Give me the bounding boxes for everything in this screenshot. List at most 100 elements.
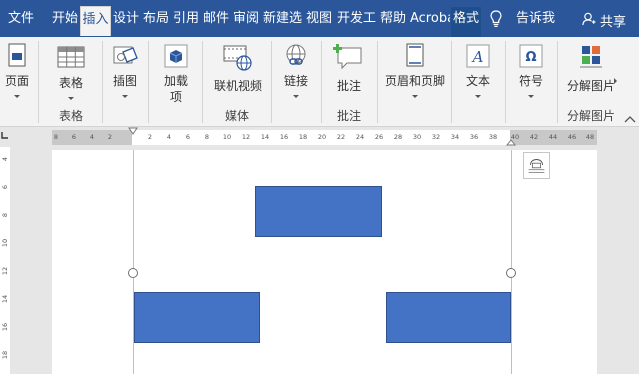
- lightbulb-icon[interactable]: [490, 10, 502, 28]
- links-button[interactable]: 链接: [278, 39, 314, 103]
- ruler-tick: 18: [1, 350, 9, 360]
- tab-references[interactable]: 引用: [173, 7, 200, 37]
- header-footer-button[interactable]: 页眉和页脚: [384, 39, 446, 103]
- tab-stop-selector-icon[interactable]: [0, 130, 10, 140]
- ruler-tick: 26: [374, 133, 384, 141]
- group-label-comments: 批注: [336, 109, 361, 123]
- group-comments: 批注 批注: [322, 37, 376, 126]
- ruler-tick: 22: [336, 133, 346, 141]
- tab-insert[interactable]: 插入: [80, 6, 111, 36]
- chevron-down-icon: [14, 95, 20, 98]
- ruler-tick: 14: [1, 294, 9, 304]
- chevron-up-icon[interactable]: [624, 115, 636, 123]
- chevron-right-icon[interactable]: [614, 78, 617, 84]
- tab-developer[interactable]: 开发工: [337, 7, 378, 37]
- group-addins: 加载 项: [150, 37, 200, 126]
- rectangle-shape-left[interactable]: [134, 292, 260, 343]
- link-icon: [286, 44, 306, 65]
- rectangle-shape-top[interactable]: [255, 186, 382, 237]
- document-area: 4 6 8 10 12 14 16 18: [0, 147, 639, 374]
- comment-label: 批注: [336, 79, 361, 93]
- ruler-tick: 4: [1, 156, 9, 162]
- text-button[interactable]: A 文本: [460, 39, 496, 103]
- tab-file[interactable]: 文件: [8, 7, 40, 37]
- ruler-tick: 38: [488, 133, 498, 141]
- ruler-tick: 12: [1, 266, 9, 276]
- split-picture-button[interactable]: 分解图片: [560, 39, 622, 103]
- pages-button[interactable]: 页面: [0, 39, 34, 103]
- ruler-tick: 10: [1, 238, 9, 248]
- online-video-button[interactable]: 联机视频: [208, 39, 268, 103]
- svg-text:A: A: [471, 48, 484, 66]
- ruler-tick: 20: [317, 133, 327, 141]
- ruler-tick: 12: [241, 133, 251, 141]
- resize-handle-left[interactable]: [128, 268, 138, 278]
- ruler-tick: 4: [89, 133, 95, 141]
- group-divider: [202, 41, 203, 123]
- header-footer-label: 页眉和页脚: [384, 74, 445, 88]
- ruler-tick: 24: [355, 133, 365, 141]
- group-symbols: Ω 符号: [506, 37, 556, 126]
- tab-home[interactable]: 开始: [52, 7, 80, 37]
- rectangle-shape-right[interactable]: [386, 292, 511, 343]
- group-label-tables: 表格: [58, 109, 83, 123]
- pages-label: 页面: [4, 74, 29, 88]
- tab-format[interactable]: 格式: [451, 7, 481, 37]
- ruler-tick: 6: [185, 133, 191, 141]
- group-divider: [38, 41, 39, 123]
- chevron-down-icon: [293, 95, 299, 98]
- split-picture-icon: [580, 46, 602, 68]
- ruler-tick: 16: [1, 322, 9, 332]
- addins-button[interactable]: 加载 项: [158, 39, 194, 104]
- symbol-icon: Ω: [519, 44, 543, 68]
- ruler-tick: 34: [450, 133, 460, 141]
- tab-new-tab[interactable]: 新建选: [263, 7, 303, 37]
- header-footer-icon: [406, 43, 424, 67]
- group-links: 链接: [272, 37, 320, 126]
- links-label: 链接: [283, 74, 308, 88]
- first-line-indent-marker-icon[interactable]: [128, 127, 138, 137]
- ruler-tick: 44: [548, 133, 558, 141]
- ruler-tick: 2: [107, 133, 113, 141]
- group-label-split-picture: 分解图片: [566, 109, 615, 123]
- ribbon-tab-bar: 文件 开始 插入 设计 布局 引用 邮件 审阅 新建选 视图 开发工 帮助 Ac…: [0, 0, 639, 37]
- illustrations-label: 插图: [112, 74, 137, 88]
- comment-button[interactable]: 批注: [330, 39, 368, 103]
- online-video-icon: [223, 45, 252, 71]
- table-button[interactable]: 表格: [54, 39, 88, 103]
- ruler-tick: 16: [279, 133, 289, 141]
- ruler-tick: 18: [298, 133, 308, 141]
- tab-design[interactable]: 设计: [113, 7, 140, 37]
- online-video-label: 联机视频: [213, 79, 262, 93]
- table-label: 表格: [58, 76, 83, 90]
- illustrations-button[interactable]: 插图: [107, 39, 143, 103]
- tab-acrobat[interactable]: Acrobat: [410, 7, 450, 37]
- chevron-down-icon: [528, 95, 534, 98]
- ruler-tick: 6: [71, 133, 77, 141]
- tell-me-search[interactable]: 告诉我: [516, 7, 556, 37]
- document-page[interactable]: [52, 150, 597, 374]
- chevron-down-icon: [68, 97, 74, 100]
- tab-help[interactable]: 帮助: [380, 7, 408, 37]
- vertical-ruler[interactable]: 4 6 8 10 12 14 16 18: [0, 147, 10, 374]
- ruler-tick: 30: [412, 133, 422, 141]
- text-icon: A: [466, 44, 490, 68]
- resize-handle-right[interactable]: [506, 268, 516, 278]
- ruler-tick: 14: [260, 133, 270, 141]
- comment-icon: [333, 44, 362, 70]
- tab-view[interactable]: 视图: [306, 7, 334, 37]
- symbols-label: 符号: [518, 74, 543, 88]
- ruler-tick: 46: [567, 133, 577, 141]
- addins-label: 加载: [163, 74, 188, 88]
- tab-mailings[interactable]: 邮件: [203, 7, 230, 37]
- illustrations-icon: [113, 46, 138, 64]
- group-media: 联机视频 媒体: [204, 37, 270, 126]
- tab-review[interactable]: 审阅: [233, 7, 260, 37]
- page-icon: [8, 43, 26, 67]
- layout-options-icon[interactable]: [523, 152, 550, 179]
- ruler-tick: 2: [147, 133, 153, 141]
- ruler-tick: 8: [1, 212, 9, 218]
- symbols-button[interactable]: Ω 符号: [513, 39, 549, 103]
- tab-layout[interactable]: 布局: [143, 7, 170, 37]
- chevron-down-icon: [475, 95, 481, 98]
